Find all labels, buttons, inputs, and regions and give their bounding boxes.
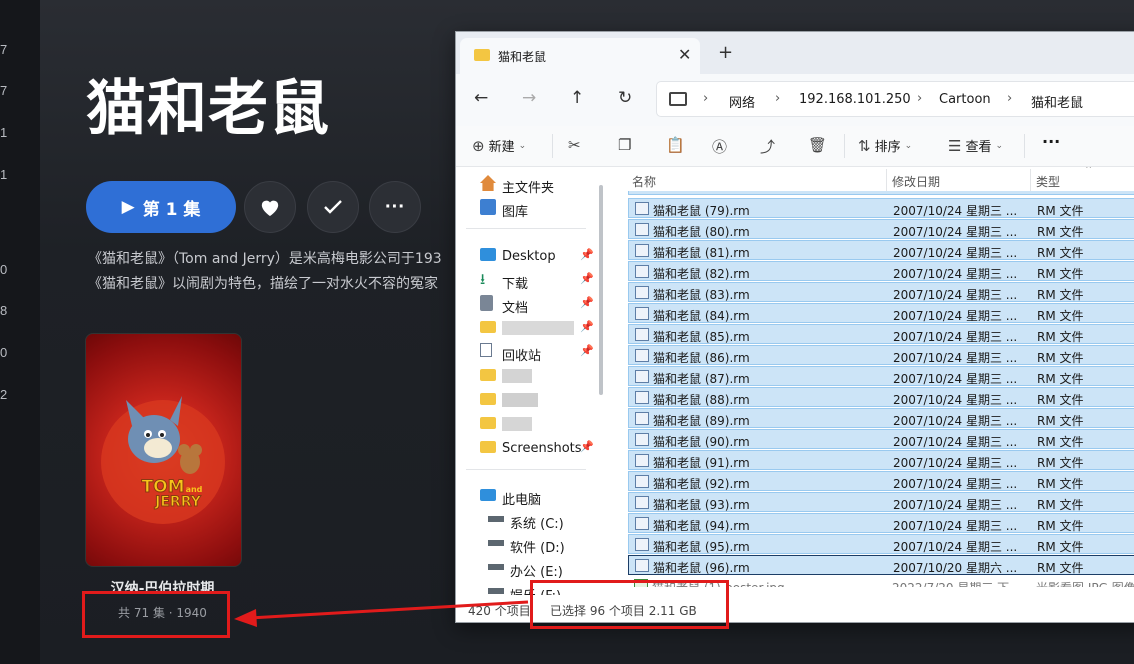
annotation-arrow bbox=[234, 600, 529, 627]
